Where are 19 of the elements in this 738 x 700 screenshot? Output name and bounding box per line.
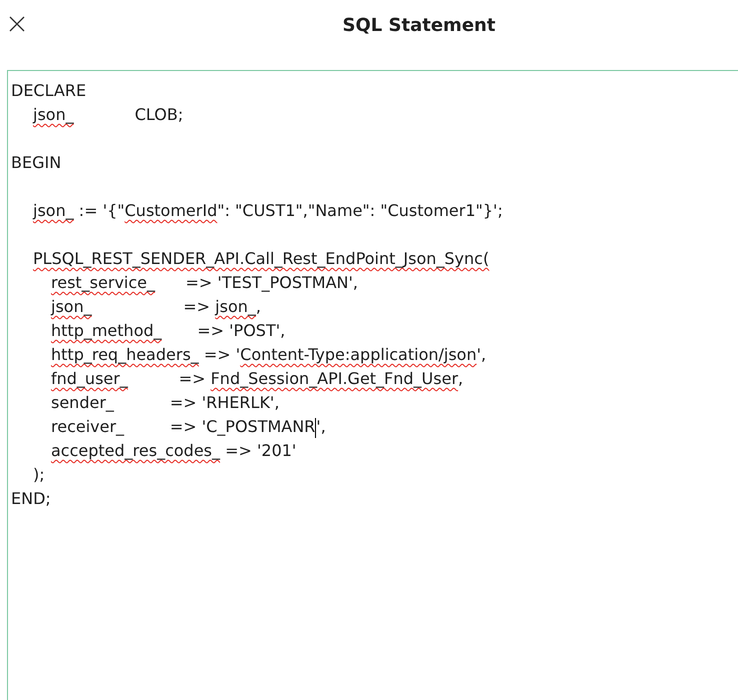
- code-line: END;: [11, 488, 51, 510]
- code-line: );: [33, 464, 45, 486]
- code-line: rest_service_ => 'TEST_POSTMAN',: [51, 272, 358, 294]
- code-line: http_method_ => 'POST',: [51, 320, 286, 342]
- code-line: BEGIN: [11, 152, 62, 174]
- dialog-title: SQL Statement: [342, 14, 496, 38]
- code-line: http_req_headers_ => 'Content-Type:application/json',: [51, 344, 486, 366]
- code-line: sender_ => 'RHERLK',: [51, 392, 280, 414]
- close-icon: [9, 16, 25, 32]
- sql-editor-field[interactable]: [7, 70, 738, 700]
- code-line: PLSQL_REST_SENDER_API.Call_Rest_EndPoint_Json_Sync(: [33, 248, 490, 270]
- code-line: accepted_res_codes_ => '201': [51, 440, 296, 462]
- code-line: fnd_user_ => Fnd_Session_API.Get_Fnd_User,: [51, 368, 464, 390]
- code-line: json_ CLOB;: [33, 104, 184, 126]
- code-line: json_ => json_,: [51, 296, 261, 318]
- close-button[interactable]: [8, 15, 26, 33]
- code-line: json_ := '{"CustomerId": "CUST1","Name": "Customer1"}';: [33, 200, 503, 222]
- code-line: receiver_ => 'C_POSTMANR',: [51, 416, 326, 439]
- code-line: DECLARE: [11, 80, 86, 102]
